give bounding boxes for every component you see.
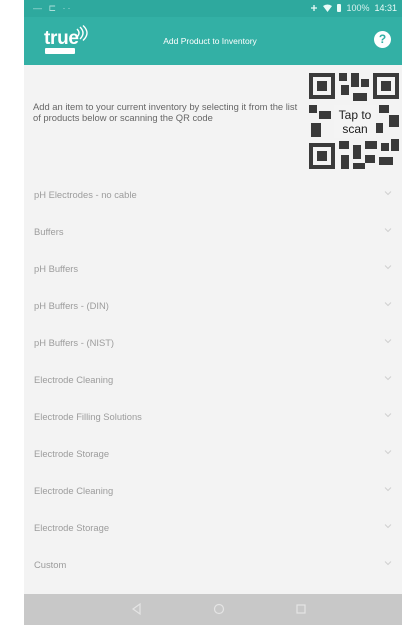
product-category-item[interactable]: pH Buffers - (NIST): [24, 325, 402, 362]
product-category-label: Buffers: [34, 226, 64, 237]
chevron-down-icon: [384, 339, 392, 344]
home-icon[interactable]: [212, 602, 226, 616]
product-category-item[interactable]: pH Buffers - (DIN): [24, 288, 402, 325]
product-category-item[interactable]: Electrode Storage: [24, 510, 402, 547]
status-left-icons: — ⊏ ··: [33, 3, 73, 13]
chevron-down-icon: [384, 450, 392, 455]
product-category-label: pH Buffers - (DIN): [34, 300, 109, 311]
product-category-item[interactable]: pH Buffers: [24, 251, 402, 288]
product-category-label: pH Buffers: [34, 263, 79, 274]
navigation-bar: [24, 594, 402, 625]
product-category-label: pH Buffers - (NIST): [34, 337, 115, 348]
product-category-item[interactable]: pH Electrodes - no cable: [24, 177, 402, 214]
product-category-item[interactable]: Custom: [24, 547, 402, 584]
logo-badge: [45, 48, 75, 54]
intro-section: Add an item to your current inventory by…: [24, 65, 402, 177]
product-category-item[interactable]: Buffers: [24, 214, 402, 251]
qr-scan-label: Tap to scan: [334, 105, 376, 138]
app-screen: — ⊏ ·· 100% 14:31 true Add Product to In…: [24, 0, 402, 625]
logo-signal-icon: [76, 25, 88, 41]
product-category-label: Electrode Storage: [34, 448, 110, 459]
signal-icon: [311, 5, 318, 11]
help-button[interactable]: ?: [374, 31, 391, 48]
app-bar: true Add Product to Inventory ?: [24, 17, 402, 65]
qr-scan-button[interactable]: Tap to scan: [307, 71, 401, 171]
chevron-down-icon: [384, 561, 392, 566]
chevron-down-icon: [384, 265, 392, 270]
status-bar: — ⊏ ·· 100% 14:31: [24, 0, 402, 17]
chevron-down-icon: [384, 376, 392, 381]
chevron-down-icon: [384, 524, 392, 529]
intro-text: Add an item to your current inventory by…: [33, 101, 298, 123]
wifi-icon: [323, 4, 333, 12]
battery-level: 100%: [346, 3, 370, 13]
product-category-label: Electrode Filling Solutions: [34, 411, 142, 422]
chevron-down-icon: [384, 302, 392, 307]
chevron-down-icon: [384, 191, 392, 196]
product-category-item[interactable]: Electrode Cleaning: [24, 473, 402, 510]
recent-apps-icon[interactable]: [294, 602, 308, 616]
product-category-item[interactable]: Electrode Cleaning: [24, 362, 402, 399]
status-time: 14:31: [374, 3, 397, 13]
page-title: Add Product to Inventory: [163, 36, 257, 46]
app-logo: true: [44, 25, 102, 58]
chevron-down-icon: [384, 487, 392, 492]
product-category-item[interactable]: Electrode Storage: [24, 436, 402, 473]
logo-text: true: [44, 28, 79, 49]
status-right: 100% 14:31: [310, 3, 397, 13]
product-category-label: Custom: [34, 559, 67, 570]
product-category-label: Electrode Storage: [34, 522, 110, 533]
chevron-down-icon: [384, 413, 392, 418]
product-category-label: pH Electrodes - no cable: [34, 189, 137, 200]
product-category-item[interactable]: Electrode Filling Solutions: [24, 399, 402, 436]
chevron-down-icon: [384, 228, 392, 233]
product-category-label: Electrode Cleaning: [34, 485, 114, 496]
battery-icon: [337, 4, 342, 12]
product-category-label: Electrode Cleaning: [34, 374, 114, 385]
back-icon[interactable]: [130, 602, 144, 616]
product-list: pH Electrodes - no cable Buffers pH Buffer…: [24, 177, 402, 584]
